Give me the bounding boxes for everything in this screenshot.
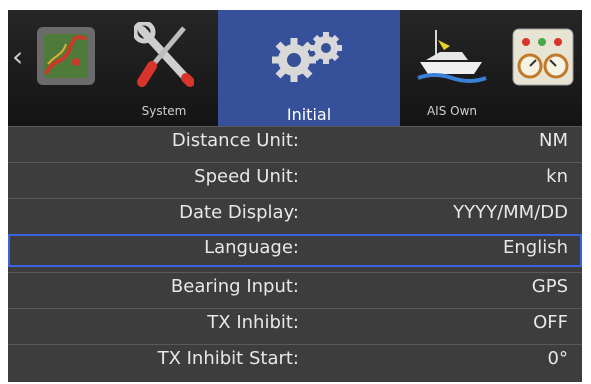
setting-row-tx-inhibit-start[interactable]: TX Inhibit Start: 0°	[8, 344, 582, 374]
setting-row-language[interactable]: Language: English	[8, 234, 582, 267]
tab-system[interactable]: System	[112, 10, 216, 126]
tab-initial-label: Initial	[286, 105, 332, 124]
tab-chart[interactable]	[30, 10, 104, 126]
setting-row-tx-inhibit[interactable]: TX Inhibit: OFF	[8, 308, 582, 338]
setting-value: kn	[546, 166, 568, 187]
scroll-left-arrow[interactable]: ‹	[12, 40, 23, 73]
setting-label: TX Inhibit Start:	[157, 348, 299, 369]
setting-label: TX Inhibit:	[207, 312, 299, 333]
setting-value: NM	[539, 130, 568, 151]
gears-icon	[272, 32, 342, 82]
setting-label: Date Display:	[179, 202, 299, 223]
setting-value: English	[503, 237, 568, 258]
tab-ais-own-label: AIS Own	[426, 104, 478, 118]
setting-label: Distance Unit:	[171, 130, 299, 151]
setting-label: Speed Unit:	[194, 166, 299, 187]
setting-row-speed-unit[interactable]: Speed Unit: kn	[8, 162, 582, 192]
wrench-screwdriver-icon	[134, 22, 194, 87]
setting-label: Language:	[204, 237, 299, 258]
tab-gauges[interactable]	[506, 10, 582, 126]
gauges-icon	[512, 28, 574, 86]
setting-row-date-display[interactable]: Date Display: YYYY/MM/DD	[8, 198, 582, 228]
ship-icon	[417, 30, 487, 83]
setting-value: YYYY/MM/DD	[453, 202, 568, 223]
tab-ais-own[interactable]: AIS Own	[404, 10, 500, 126]
radar-chart-icon	[37, 27, 95, 85]
tab-system-label: System	[141, 104, 187, 118]
category-tab-bar: ‹ System Initial AIS Own	[8, 10, 582, 126]
setting-row-distance-unit[interactable]: Distance Unit: NM	[8, 126, 582, 156]
setting-value: GPS	[531, 276, 568, 297]
settings-screen: ‹ System Initial AIS Own Distance Unit: …	[8, 10, 582, 382]
setting-value: OFF	[533, 312, 568, 333]
tab-initial[interactable]: Initial	[218, 10, 400, 126]
setting-row-bearing-input[interactable]: Bearing Input: GPS	[8, 272, 582, 302]
setting-label: Bearing Input:	[170, 276, 299, 297]
initial-settings-list: Distance Unit: NM Speed Unit: kn Date Di…	[8, 126, 582, 382]
setting-value: 0°	[547, 348, 568, 369]
